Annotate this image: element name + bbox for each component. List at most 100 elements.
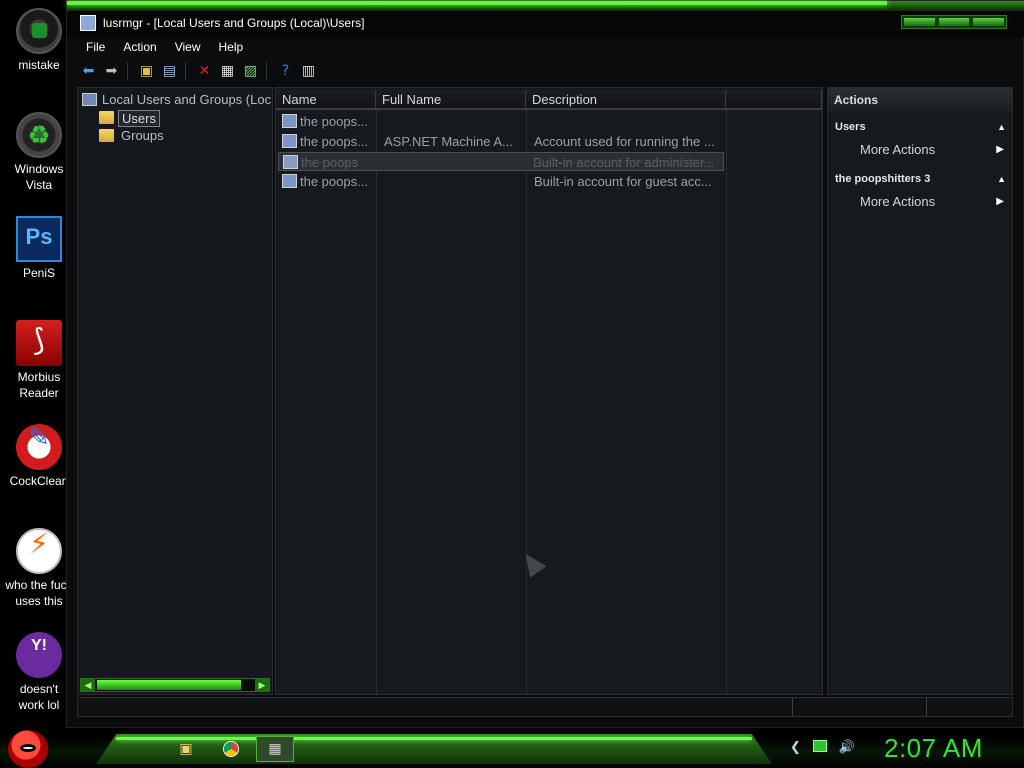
section-header: the poopshitters 3: [835, 173, 931, 185]
list-item[interactable]: the poops... ASP.NET Machine A... Accoun…: [278, 132, 822, 151]
properties-icon[interactable]: ▦: [216, 60, 239, 82]
delete-icon[interactable]: ✕: [193, 60, 216, 82]
network-icon[interactable]: [812, 740, 827, 752]
photoshop-icon: Ps: [16, 216, 62, 262]
column-header-full-name[interactable]: Full Name: [376, 90, 526, 110]
toolbar-separator: [185, 62, 193, 80]
column-header-description[interactable]: Description: [526, 90, 726, 110]
tree-item-label: Local Users and Groups (Loc: [102, 92, 272, 107]
explorer-icon[interactable]: ▣: [168, 736, 204, 762]
scroll-right-icon[interactable]: ▶: [255, 679, 269, 691]
scroll-thumb[interactable]: [97, 680, 241, 690]
window-frame-glow: [67, 1, 1024, 11]
collapse-icon[interactable]: ▲: [997, 116, 1006, 138]
user-name: the poops...: [300, 134, 368, 149]
column-divider: [726, 110, 727, 694]
disabled-user-icon: [283, 155, 298, 169]
menu-view[interactable]: View: [166, 37, 210, 59]
lusrmgr-window: lusrmgr - [Local Users and Groups (Local…: [66, 0, 1024, 728]
show-hide-tree-icon[interactable]: ▤: [158, 60, 181, 82]
column-header-extra[interactable]: [726, 90, 822, 110]
desktop: mistake Windows Vista Ps PeniS Morbius R…: [0, 0, 1024, 768]
actions-pane: Actions Users ▲ More Actions ▶ the poops…: [827, 87, 1013, 695]
up-folder-icon[interactable]: ▣: [135, 60, 158, 82]
console-tree: Local Users and Groups (Loc Users Groups…: [77, 87, 273, 695]
actions-title: Actions: [828, 88, 1012, 112]
user-icon: [282, 134, 297, 148]
minimize-button[interactable]: [904, 18, 935, 26]
column-header-name[interactable]: Name: [276, 90, 376, 110]
status-divider: [792, 698, 793, 716]
recycle-bin-icon: [16, 112, 62, 158]
menu-file[interactable]: File: [77, 37, 114, 59]
yahoo-messenger-icon: [16, 632, 62, 678]
menu-bar: File Action View Help: [77, 37, 1013, 59]
folder-icon: [99, 111, 114, 124]
lusrmgr-icon[interactable]: ▦: [256, 736, 294, 762]
users-app-icon: [80, 15, 96, 31]
tree-item-groups[interactable]: Groups: [78, 127, 272, 145]
green-circle-icon: [16, 8, 62, 54]
column-divider: [526, 110, 527, 694]
export-list-icon[interactable]: ▨: [239, 60, 262, 82]
user-description: Built-in account for guest acc...: [534, 174, 712, 189]
user-name: the poops...: [300, 114, 368, 129]
scroll-left-icon[interactable]: ◀: [81, 679, 95, 691]
tree-horizontal-scrollbar[interactable]: ◀ ▶: [80, 678, 270, 692]
status-divider: [926, 698, 927, 716]
action-label: More Actions: [860, 142, 936, 157]
folder-icon: [99, 129, 114, 142]
list-item[interactable]: the poops... Built-in account for guest …: [278, 172, 822, 191]
system-tray: ❮ 🔊: [790, 740, 855, 755]
collapse-icon[interactable]: ▲: [997, 168, 1006, 190]
actions-section-user[interactable]: the poopshitters 3 ▲: [828, 168, 1012, 190]
actions-section-users[interactable]: Users ▲: [828, 116, 1012, 138]
action-label: More Actions: [860, 194, 936, 209]
title-bar[interactable]: lusrmgr - [Local Users and Groups (Local…: [67, 11, 1024, 37]
tree-item-label: Users: [118, 110, 160, 127]
chrome-icon[interactable]: [213, 736, 249, 762]
column-divider: [376, 110, 377, 694]
more-actions-users[interactable]: More Actions ▶: [828, 138, 1012, 162]
user-description: Built-in account for administer...: [533, 155, 713, 170]
toolbar-separator: [127, 62, 135, 80]
computer-users-icon: [82, 93, 97, 106]
lightning-icon: [16, 528, 62, 574]
list-item-disabled[interactable]: the poops Built-in account for administe…: [278, 152, 724, 171]
menu-action[interactable]: Action: [114, 37, 165, 59]
close-button[interactable]: [973, 18, 1005, 26]
submenu-arrow-icon: ▶: [996, 144, 1004, 155]
toolbar: ⬅ ➡ ▣ ▤ ✕ ▦ ▨ ? ▥: [77, 59, 1013, 83]
toolbar-separator: [266, 62, 274, 80]
tree-item-local-users-groups[interactable]: Local Users and Groups (Loc: [78, 91, 272, 109]
user-icon: [282, 114, 297, 128]
caption-buttons: [901, 15, 1007, 29]
menu-help[interactable]: Help: [210, 37, 253, 59]
maximize-button[interactable]: [938, 18, 970, 26]
status-bar: [77, 697, 1013, 717]
section-header: Users: [835, 121, 866, 133]
user-full-name: ASP.NET Machine A...: [384, 134, 513, 149]
tray-app-icon[interactable]: ❮: [790, 740, 801, 755]
submenu-arrow-icon: ▶: [996, 196, 1004, 207]
forward-icon[interactable]: ➡: [100, 60, 123, 82]
tree-item-label: Groups: [121, 128, 164, 143]
taskbar-clock[interactable]: 2:07 AM: [884, 733, 983, 764]
user-name: the poops...: [300, 174, 368, 189]
start-button[interactable]: [8, 730, 48, 768]
pdf-reader-icon: [16, 320, 62, 366]
back-icon[interactable]: ⬅: [77, 60, 100, 82]
mmc-icon[interactable]: ▥: [297, 60, 320, 82]
more-actions-user[interactable]: More Actions ▶: [828, 190, 1012, 214]
user-description: Account used for running the ...: [534, 134, 715, 149]
users-list: Name Full Name Description the poops... …: [275, 87, 823, 695]
user-name: the poops: [301, 155, 359, 170]
tree-item-users[interactable]: Users: [78, 109, 272, 127]
window-title: lusrmgr - [Local Users and Groups (Local…: [103, 16, 365, 30]
ccleaner-icon: [16, 424, 62, 470]
user-icon: [282, 174, 297, 188]
help-icon[interactable]: ?: [274, 60, 297, 82]
list-header: Name Full Name Description: [276, 90, 822, 110]
list-item[interactable]: the poops...: [278, 112, 822, 131]
volume-icon[interactable]: 🔊: [839, 740, 855, 755]
